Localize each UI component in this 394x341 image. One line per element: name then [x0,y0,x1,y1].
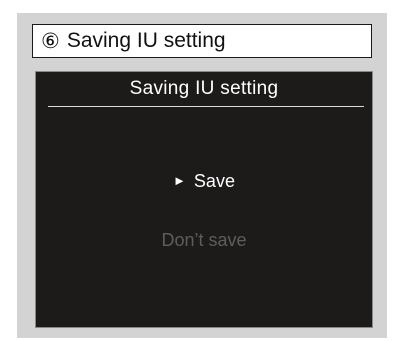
screen-header-title: Saving IU setting [129,78,279,99]
device-screen: Saving IU setting ► Save Don’t save [35,71,373,328]
selection-cursor-icon: ► [173,173,186,188]
menu-option-dont-save[interactable]: Don’t save [36,230,372,251]
menu-option-label: Save [193,171,235,191]
header-divider [48,106,364,107]
menu-option-label: Don’t save [161,230,247,250]
menu-option-save[interactable]: ► Save [36,171,372,192]
step-title: Saving IU setting [66,29,226,52]
step-number-badge: ⑥ [41,29,60,53]
step-title-box: ⑥ Saving IU setting [32,24,372,58]
